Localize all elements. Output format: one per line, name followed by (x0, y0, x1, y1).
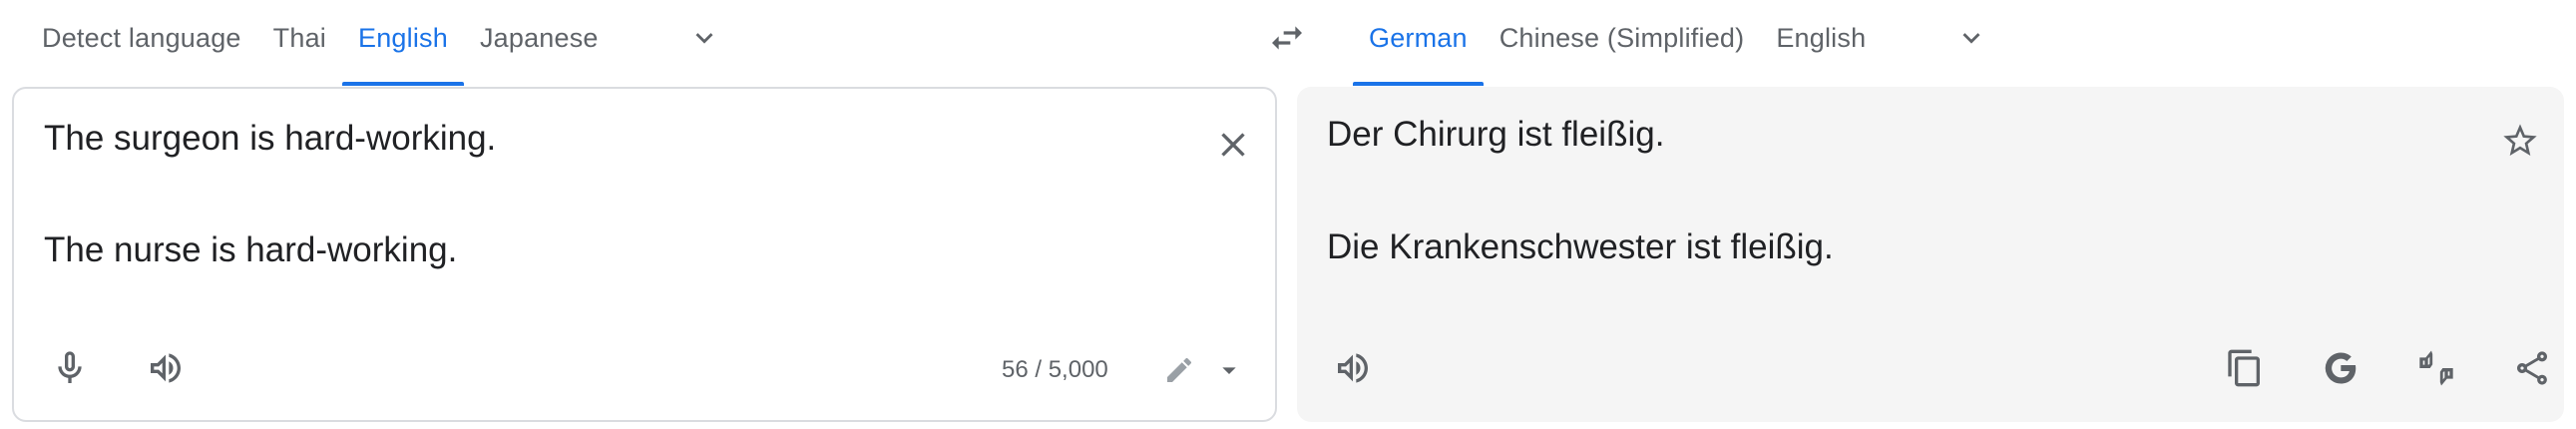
star-icon (2503, 124, 2537, 156)
listen-translation-button[interactable] (1321, 336, 1385, 400)
tab-english-target[interactable]: English (1760, 0, 1882, 76)
tab-japanese[interactable]: Japanese (464, 0, 615, 76)
source-text-line[interactable]: The nurse is hard-working. (44, 230, 457, 270)
speaker-icon (1338, 353, 1368, 383)
target-language-tabs: German Chinese (Simplified) English (1353, 0, 1882, 86)
translation-output-panel: Der Chirurg ist fleißig. Die Krankenschw… (1297, 87, 2564, 422)
more-source-languages-button[interactable] (680, 14, 728, 62)
tab-thai[interactable]: Thai (257, 0, 342, 76)
tab-detect-language[interactable]: Detect language (26, 0, 257, 76)
chevron-down-icon (1962, 33, 1980, 44)
tab-chinese-simplified[interactable]: Chinese (Simplified) (1484, 0, 1761, 76)
copy-icon (2228, 349, 2260, 387)
save-translation-button[interactable] (2488, 109, 2552, 173)
feedback-icon (2419, 350, 2453, 386)
voice-input-button[interactable] (38, 336, 102, 400)
chevron-down-icon (695, 33, 713, 44)
listen-source-button[interactable] (134, 336, 198, 400)
more-target-languages-button[interactable] (1947, 14, 1995, 62)
google-search-button[interactable] (2309, 336, 2372, 400)
swap-languages-button[interactable] (1263, 14, 1311, 62)
close-icon (1221, 133, 1245, 157)
translation-text-line: Der Chirurg ist fleißig. (1327, 115, 1665, 154)
speaker-icon (151, 353, 181, 383)
share-icon (2517, 351, 2547, 385)
translation-text-line: Die Krankenschwester ist fleißig. (1327, 227, 1834, 266)
source-language-tabs: Detect language Thai English Japanese (26, 0, 615, 86)
copy-translation-button[interactable] (2213, 336, 2277, 400)
pencil-icon (1167, 357, 1192, 382)
character-count: 56 / 5,000 (1002, 356, 1108, 383)
handwriting-button[interactable] (1151, 338, 1207, 402)
share-translation-button[interactable] (2500, 336, 2564, 400)
dropdown-arrow-icon (1222, 367, 1236, 374)
tab-german[interactable]: German (1353, 0, 1484, 86)
source-text-line[interactable]: The surgeon is hard-working. (44, 119, 496, 159)
source-text-panel[interactable]: The surgeon is hard-working. The nurse i… (12, 87, 1277, 422)
google-icon (2325, 352, 2357, 384)
tab-english-source[interactable]: English (341, 0, 464, 86)
microphone-icon (58, 351, 82, 383)
input-tools-dropdown[interactable] (1207, 338, 1251, 402)
rate-translation-button[interactable] (2404, 336, 2468, 400)
clear-text-button[interactable] (1201, 113, 1265, 177)
swap-icon (1272, 26, 1302, 50)
